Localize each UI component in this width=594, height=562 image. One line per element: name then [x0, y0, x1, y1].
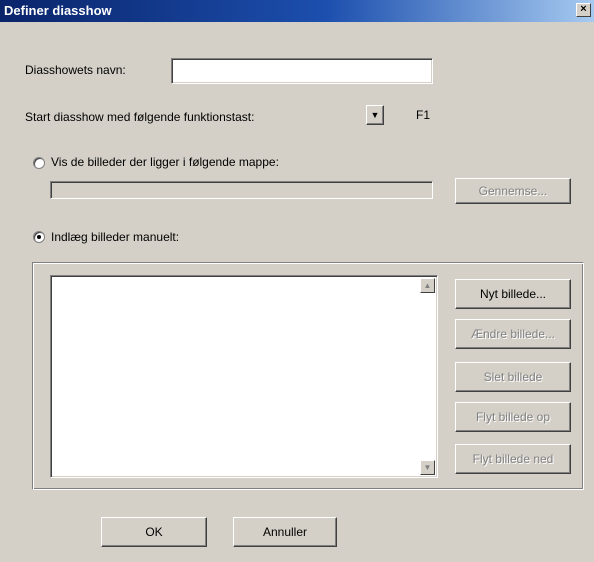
move-image-up-button[interactable]: Flyt billede op	[455, 402, 571, 432]
edit-image-button[interactable]: Ændre billede...	[455, 319, 571, 349]
ok-button[interactable]: OK	[101, 517, 207, 547]
delete-image-button[interactable]: Slet billede	[455, 362, 571, 392]
window-title: Definer diasshow	[4, 3, 112, 18]
function-key-value: F1	[415, 108, 430, 122]
slideshow-name-input[interactable]	[171, 58, 433, 84]
move-image-down-button[interactable]: Flyt billede ned	[455, 444, 571, 474]
scroll-up-icon[interactable]: ▲	[420, 278, 435, 293]
radio-selected-dot	[37, 235, 41, 239]
folder-option-label: Vis de billeder der ligger i følgende ma…	[51, 155, 279, 169]
name-label: Diasshowets navn:	[25, 63, 126, 77]
folder-option-radio[interactable]	[33, 157, 45, 169]
function-key-select[interactable]: ▼ F1	[366, 105, 434, 126]
scroll-down-icon[interactable]: ▼	[420, 460, 435, 475]
dropdown-arrow-icon[interactable]: ▼	[366, 105, 384, 125]
cancel-button[interactable]: Annuller	[233, 517, 337, 547]
dialog-window: Definer diasshow × Diasshowets navn: Sta…	[0, 0, 594, 562]
manual-option-label: Indlæg billeder manuelt:	[51, 230, 180, 244]
manual-option-radio[interactable]	[33, 231, 45, 243]
new-image-button[interactable]: Nyt billede...	[455, 279, 571, 309]
manual-images-group: ▲ ▼ Nyt billede... Ændre billede... Slet…	[32, 262, 584, 490]
image-list[interactable]: ▲ ▼	[50, 275, 438, 478]
close-icon[interactable]: ×	[576, 3, 591, 17]
title-bar[interactable]: Definer diasshow ×	[0, 0, 594, 22]
browse-button[interactable]: Gennemse...	[455, 178, 571, 204]
folder-path-input[interactable]	[50, 181, 433, 199]
function-key-label: Start diasshow med følgende funktionstas…	[25, 110, 255, 124]
